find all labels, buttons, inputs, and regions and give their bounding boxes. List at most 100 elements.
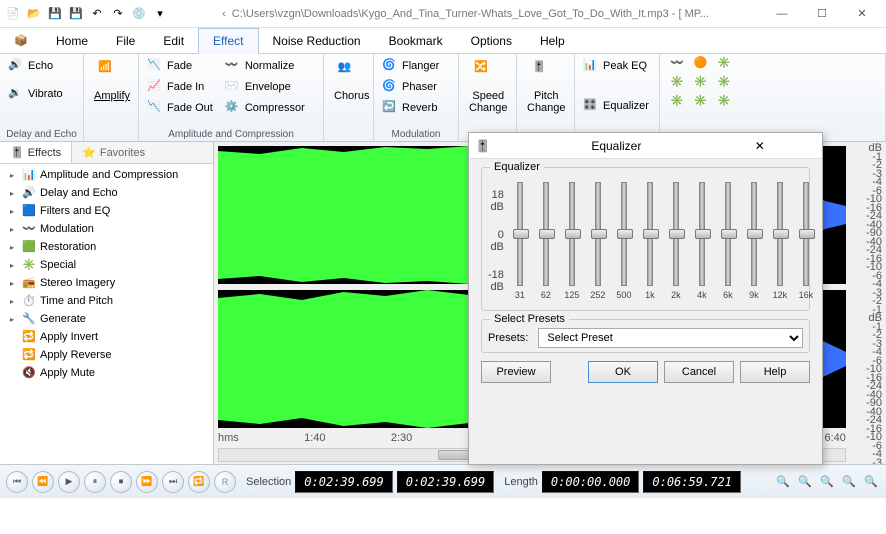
chorus-button[interactable]: 👥Chorus — [328, 56, 375, 106]
fadein-button[interactable]: 📈Fade In — [143, 77, 217, 97]
expand-icon[interactable]: ▸ — [10, 171, 18, 180]
peakeq-button[interactable]: 📊Peak EQ — [579, 56, 653, 76]
qat-new-icon[interactable]: 📄 — [4, 5, 22, 23]
reverb-button[interactable]: ↩️Reverb — [378, 98, 443, 118]
eq-slider[interactable] — [595, 182, 601, 286]
eq-slider[interactable] — [751, 182, 757, 286]
eq-slider-thumb[interactable] — [565, 229, 581, 239]
qat-saveas-icon[interactable]: 💾 — [67, 5, 85, 23]
dialog-close-button[interactable]: ✕ — [704, 139, 816, 153]
eq-slider-thumb[interactable] — [669, 229, 685, 239]
eq-slider[interactable] — [517, 182, 523, 286]
misc-icon[interactable]: ✳️ — [717, 75, 731, 88]
tree-item[interactable]: ▸📻Stereo Imagery — [2, 274, 211, 292]
expand-icon[interactable]: ▸ — [10, 261, 18, 270]
eq-slider-thumb[interactable] — [695, 229, 711, 239]
skip-start-button[interactable]: ⏮ — [6, 471, 28, 493]
ok-button[interactable]: OK — [588, 361, 658, 383]
eq-slider-thumb[interactable] — [513, 229, 529, 239]
preset-select[interactable]: Select Preset — [538, 328, 803, 348]
expand-icon[interactable]: ▸ — [10, 243, 18, 252]
zoom-fit-icon[interactable]: 🔍 — [840, 473, 858, 491]
app-icon[interactable]: 📦 — [0, 34, 42, 47]
eq-slider-thumb[interactable] — [643, 229, 659, 239]
equalizer-button[interactable]: 🎛️Equalizer — [579, 96, 653, 116]
eq-slider[interactable] — [803, 182, 809, 286]
misc-icon[interactable]: ✳️ — [670, 94, 684, 107]
tree-item[interactable]: 🔁Apply Invert — [2, 328, 211, 346]
preview-button[interactable]: Preview — [481, 361, 551, 383]
effects-tree[interactable]: ▸📊Amplitude and Compression▸🔊Delay and E… — [0, 164, 213, 464]
speed-change-button[interactable]: 🔀Speed Change — [463, 56, 514, 118]
misc-icon[interactable]: ✳️ — [670, 75, 684, 88]
tree-item[interactable]: 🔇Apply Mute — [2, 364, 211, 382]
minimize-button[interactable]: — — [762, 0, 802, 28]
tree-item[interactable]: 🔁Apply Reverse — [2, 346, 211, 364]
eq-slider-thumb[interactable] — [747, 229, 763, 239]
menu-edit[interactable]: Edit — [149, 28, 198, 54]
expand-icon[interactable]: ▸ — [10, 297, 18, 306]
tree-item[interactable]: ▸〰️Modulation — [2, 220, 211, 238]
qat-redo-icon[interactable]: ↷ — [109, 5, 127, 23]
rewind-button[interactable]: ⏪ — [32, 471, 54, 493]
normalize-button[interactable]: 〰️Normalize — [221, 56, 309, 76]
eq-slider[interactable] — [699, 182, 705, 286]
stop-button[interactable]: ⏹ — [110, 471, 132, 493]
vibrato-button[interactable]: 🔉Vibrato — [4, 84, 67, 104]
zoom-sel-icon[interactable]: 🔍 — [818, 473, 836, 491]
flanger-button[interactable]: 🌀Flanger — [378, 56, 443, 76]
maximize-button[interactable]: ☐ — [802, 0, 842, 28]
tree-item[interactable]: ▸🔧Generate — [2, 310, 211, 328]
eq-slider-thumb[interactable] — [799, 229, 815, 239]
eq-slider-thumb[interactable] — [591, 229, 607, 239]
eq-slider-thumb[interactable] — [773, 229, 789, 239]
zoom-out-icon[interactable]: 🔍 — [796, 473, 814, 491]
zoom-in-icon[interactable]: 🔍 — [774, 473, 792, 491]
help-button[interactable]: Help — [740, 361, 810, 383]
menu-help[interactable]: Help — [526, 28, 579, 54]
misc-icon[interactable]: ✳️ — [717, 56, 731, 69]
tab-effects[interactable]: 🎚️Effects — [0, 142, 72, 163]
expand-icon[interactable]: ▸ — [10, 279, 18, 288]
eq-slider[interactable] — [725, 182, 731, 286]
misc-icon[interactable]: 🟠 — [694, 56, 708, 69]
misc-icon[interactable]: ✳️ — [694, 75, 708, 88]
zoom-v-icon[interactable]: 🔍 — [862, 473, 880, 491]
eq-slider-thumb[interactable] — [721, 229, 737, 239]
tab-favorites[interactable]: ⭐Favorites — [72, 142, 155, 163]
qat-open-icon[interactable]: 📂 — [25, 5, 43, 23]
echo-button[interactable]: 🔊Echo — [4, 56, 67, 76]
menu-bookmark[interactable]: Bookmark — [375, 28, 457, 54]
menu-options[interactable]: Options — [457, 28, 526, 54]
eq-slider[interactable] — [673, 182, 679, 286]
qat-dropdown-icon[interactable]: ▾ — [151, 5, 169, 23]
eq-slider[interactable] — [621, 182, 627, 286]
expand-icon[interactable]: ▸ — [10, 315, 18, 324]
tree-item[interactable]: ▸✳️Special — [2, 256, 211, 274]
tree-item[interactable]: ▸🟦Filters and EQ — [2, 202, 211, 220]
eq-slider-thumb[interactable] — [617, 229, 633, 239]
eq-slider[interactable] — [647, 182, 653, 286]
menu-file[interactable]: File — [102, 28, 149, 54]
qat-disc-icon[interactable]: 💿 — [130, 5, 148, 23]
forward-button[interactable]: ⏩ — [136, 471, 158, 493]
misc-icon[interactable]: 〰️ — [670, 56, 684, 69]
tree-item[interactable]: ▸🟩Restoration — [2, 238, 211, 256]
compressor-button[interactable]: ⚙️Compressor — [221, 98, 309, 118]
tree-item[interactable]: ▸🔊Delay and Echo — [2, 184, 211, 202]
tree-item[interactable]: ▸📊Amplitude and Compression — [2, 166, 211, 184]
menu-effect[interactable]: Effect — [198, 28, 258, 54]
phaser-button[interactable]: 🌀Phaser — [378, 77, 443, 97]
fade-button[interactable]: 📉Fade — [143, 56, 217, 76]
fadeout-button[interactable]: 📉Fade Out — [143, 98, 217, 118]
pause-button[interactable]: ⏸ — [84, 471, 106, 493]
expand-icon[interactable]: ▸ — [10, 207, 18, 216]
eq-slider[interactable] — [543, 182, 549, 286]
skip-end-button[interactable]: ⏭ — [162, 471, 184, 493]
expand-icon[interactable]: ▸ — [10, 225, 18, 234]
tree-item[interactable]: ▸⏱️Time and Pitch — [2, 292, 211, 310]
record-button[interactable]: R — [214, 471, 236, 493]
expand-icon[interactable]: ▸ — [10, 189, 18, 198]
amplify-button[interactable]: 📶 Amplify — [88, 56, 136, 106]
cancel-button[interactable]: Cancel — [664, 361, 734, 383]
